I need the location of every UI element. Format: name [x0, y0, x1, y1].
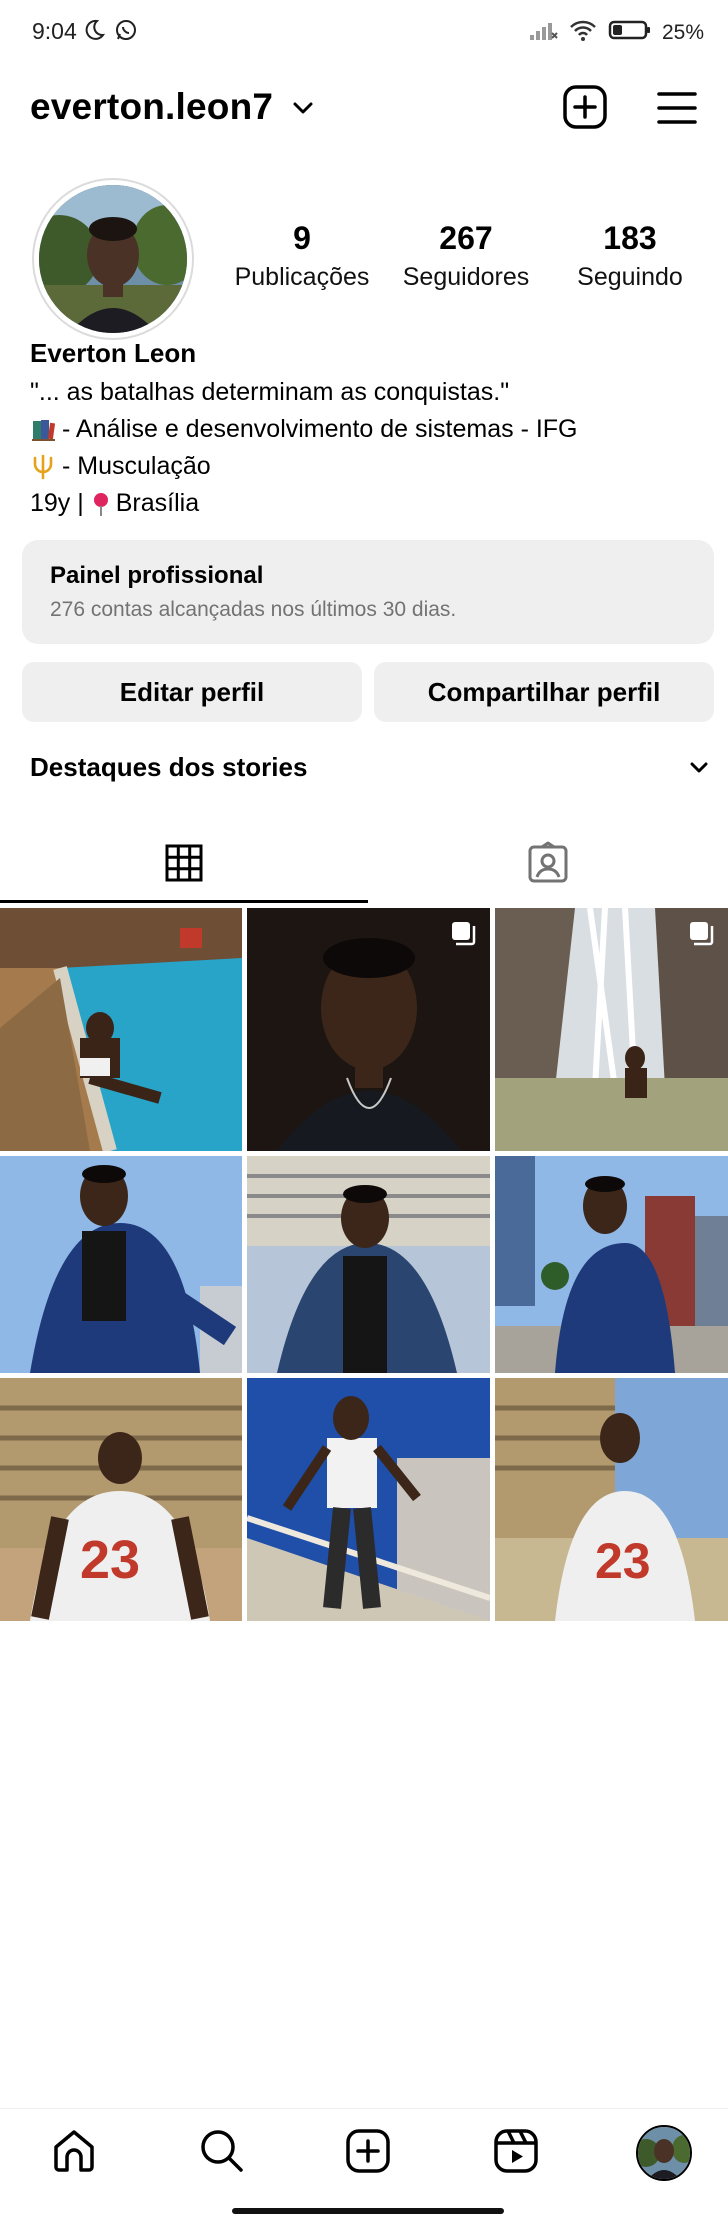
bio-line-location: 19y | Brasília — [30, 485, 710, 522]
panel-subtitle: 276 contas alcançadas nos últimos 30 dia… — [50, 598, 457, 621]
tagged-icon — [526, 841, 570, 890]
profile-header: everton.leon7 — [0, 80, 728, 140]
moon-icon — [82, 18, 106, 47]
battery-percent: 25% — [661, 20, 704, 44]
post-thumbnail[interactable] — [495, 908, 728, 1151]
create-icon — [344, 2127, 392, 2180]
panel-title: Painel profissional — [50, 562, 264, 589]
profile-bio: Everton Leon "... as batalhas determinam… — [30, 338, 710, 522]
hamburger-menu-icon[interactable] — [656, 88, 698, 133]
followers-count: 267 — [439, 220, 493, 256]
chevron-down-icon[interactable] — [290, 98, 316, 123]
chevron-down-icon — [688, 760, 710, 781]
nav-create[interactable] — [338, 2123, 398, 2183]
create-post-icon[interactable] — [562, 84, 608, 135]
nav-home[interactable] — [44, 2123, 104, 2183]
followers-label: Seguidores — [402, 263, 530, 291]
post-thumbnail[interactable] — [495, 1156, 728, 1373]
share-profile-button[interactable]: Compartilhar perfil — [374, 662, 714, 722]
profile-avatar[interactable] — [32, 178, 194, 340]
posts-label: Publicações — [234, 263, 370, 291]
bio-line-gym: - Musculação — [30, 448, 710, 485]
signal-icon — [528, 19, 558, 46]
username-switcher[interactable]: everton.leon7 — [30, 86, 273, 128]
svg-text:23: 23 — [80, 1530, 140, 1590]
edit-profile-button[interactable]: Editar perfil — [22, 662, 362, 722]
following-label: Seguindo — [577, 263, 683, 291]
post-thumbnail[interactable]: 23 — [0, 1378, 242, 1621]
post-thumbnail[interactable] — [247, 1378, 490, 1621]
story-highlights-toggle[interactable]: Destaques dos stories — [30, 752, 710, 792]
bio-city-text: Brasília — [115, 489, 200, 517]
active-tab-indicator — [0, 900, 368, 903]
avatar-photo — [39, 185, 187, 333]
posts-count: 9 — [293, 220, 311, 256]
profile-avatar-small — [636, 2125, 692, 2181]
bottom-nav — [0, 2108, 728, 2198]
nav-reels[interactable] — [486, 2123, 546, 2183]
bio-quote: "... as batalhas determinam as conquista… — [30, 378, 510, 406]
tab-tagged[interactable] — [368, 826, 728, 904]
whatsapp-icon — [114, 18, 138, 47]
stat-posts[interactable]: 9 Publicações — [212, 220, 392, 292]
tab-posts-grid[interactable] — [0, 826, 368, 904]
battery-icon — [608, 19, 652, 46]
nav-search[interactable] — [192, 2123, 252, 2183]
post-thumbnail[interactable] — [0, 908, 242, 1151]
profile-tabs — [0, 826, 728, 904]
post-thumbnail[interactable] — [247, 1156, 490, 1373]
stat-followers[interactable]: 267 Seguidores — [376, 220, 556, 292]
svg-text:23: 23 — [595, 1533, 651, 1589]
post-thumbnail[interactable] — [0, 1156, 242, 1373]
status-time: 9:04 — [32, 18, 77, 44]
books-emoji-icon — [30, 417, 56, 443]
carousel-icon — [450, 920, 478, 953]
home-indicator — [232, 2208, 504, 2214]
trident-emoji-icon — [30, 454, 56, 480]
professional-dashboard-card[interactable]: Painel profissional 276 contas alcançada… — [22, 540, 714, 644]
pin-emoji-icon — [88, 491, 114, 517]
post-thumbnail[interactable]: 23 — [495, 1378, 728, 1621]
bio-study-text: - Análise e desenvolvimento de sistemas … — [62, 415, 578, 443]
bio-age-text: 19y | — [30, 489, 84, 517]
display-name: Everton Leon — [30, 338, 197, 368]
status-bar: 9:04 25% — [0, 0, 728, 66]
stat-following[interactable]: 183 Seguindo — [540, 220, 720, 292]
highlights-title: Destaques dos stories — [30, 752, 308, 782]
following-count: 183 — [603, 220, 657, 256]
bio-gym-text: - Musculação — [62, 452, 211, 480]
grid-icon — [164, 843, 204, 888]
reels-icon — [492, 2127, 540, 2180]
wifi-icon — [568, 18, 598, 47]
home-icon — [50, 2127, 98, 2180]
nav-profile[interactable] — [634, 2123, 694, 2183]
bio-line-study: - Análise e desenvolvimento de sistemas … — [30, 411, 710, 448]
search-icon — [198, 2127, 246, 2180]
post-thumbnail[interactable] — [247, 908, 490, 1151]
carousel-icon — [688, 920, 716, 953]
